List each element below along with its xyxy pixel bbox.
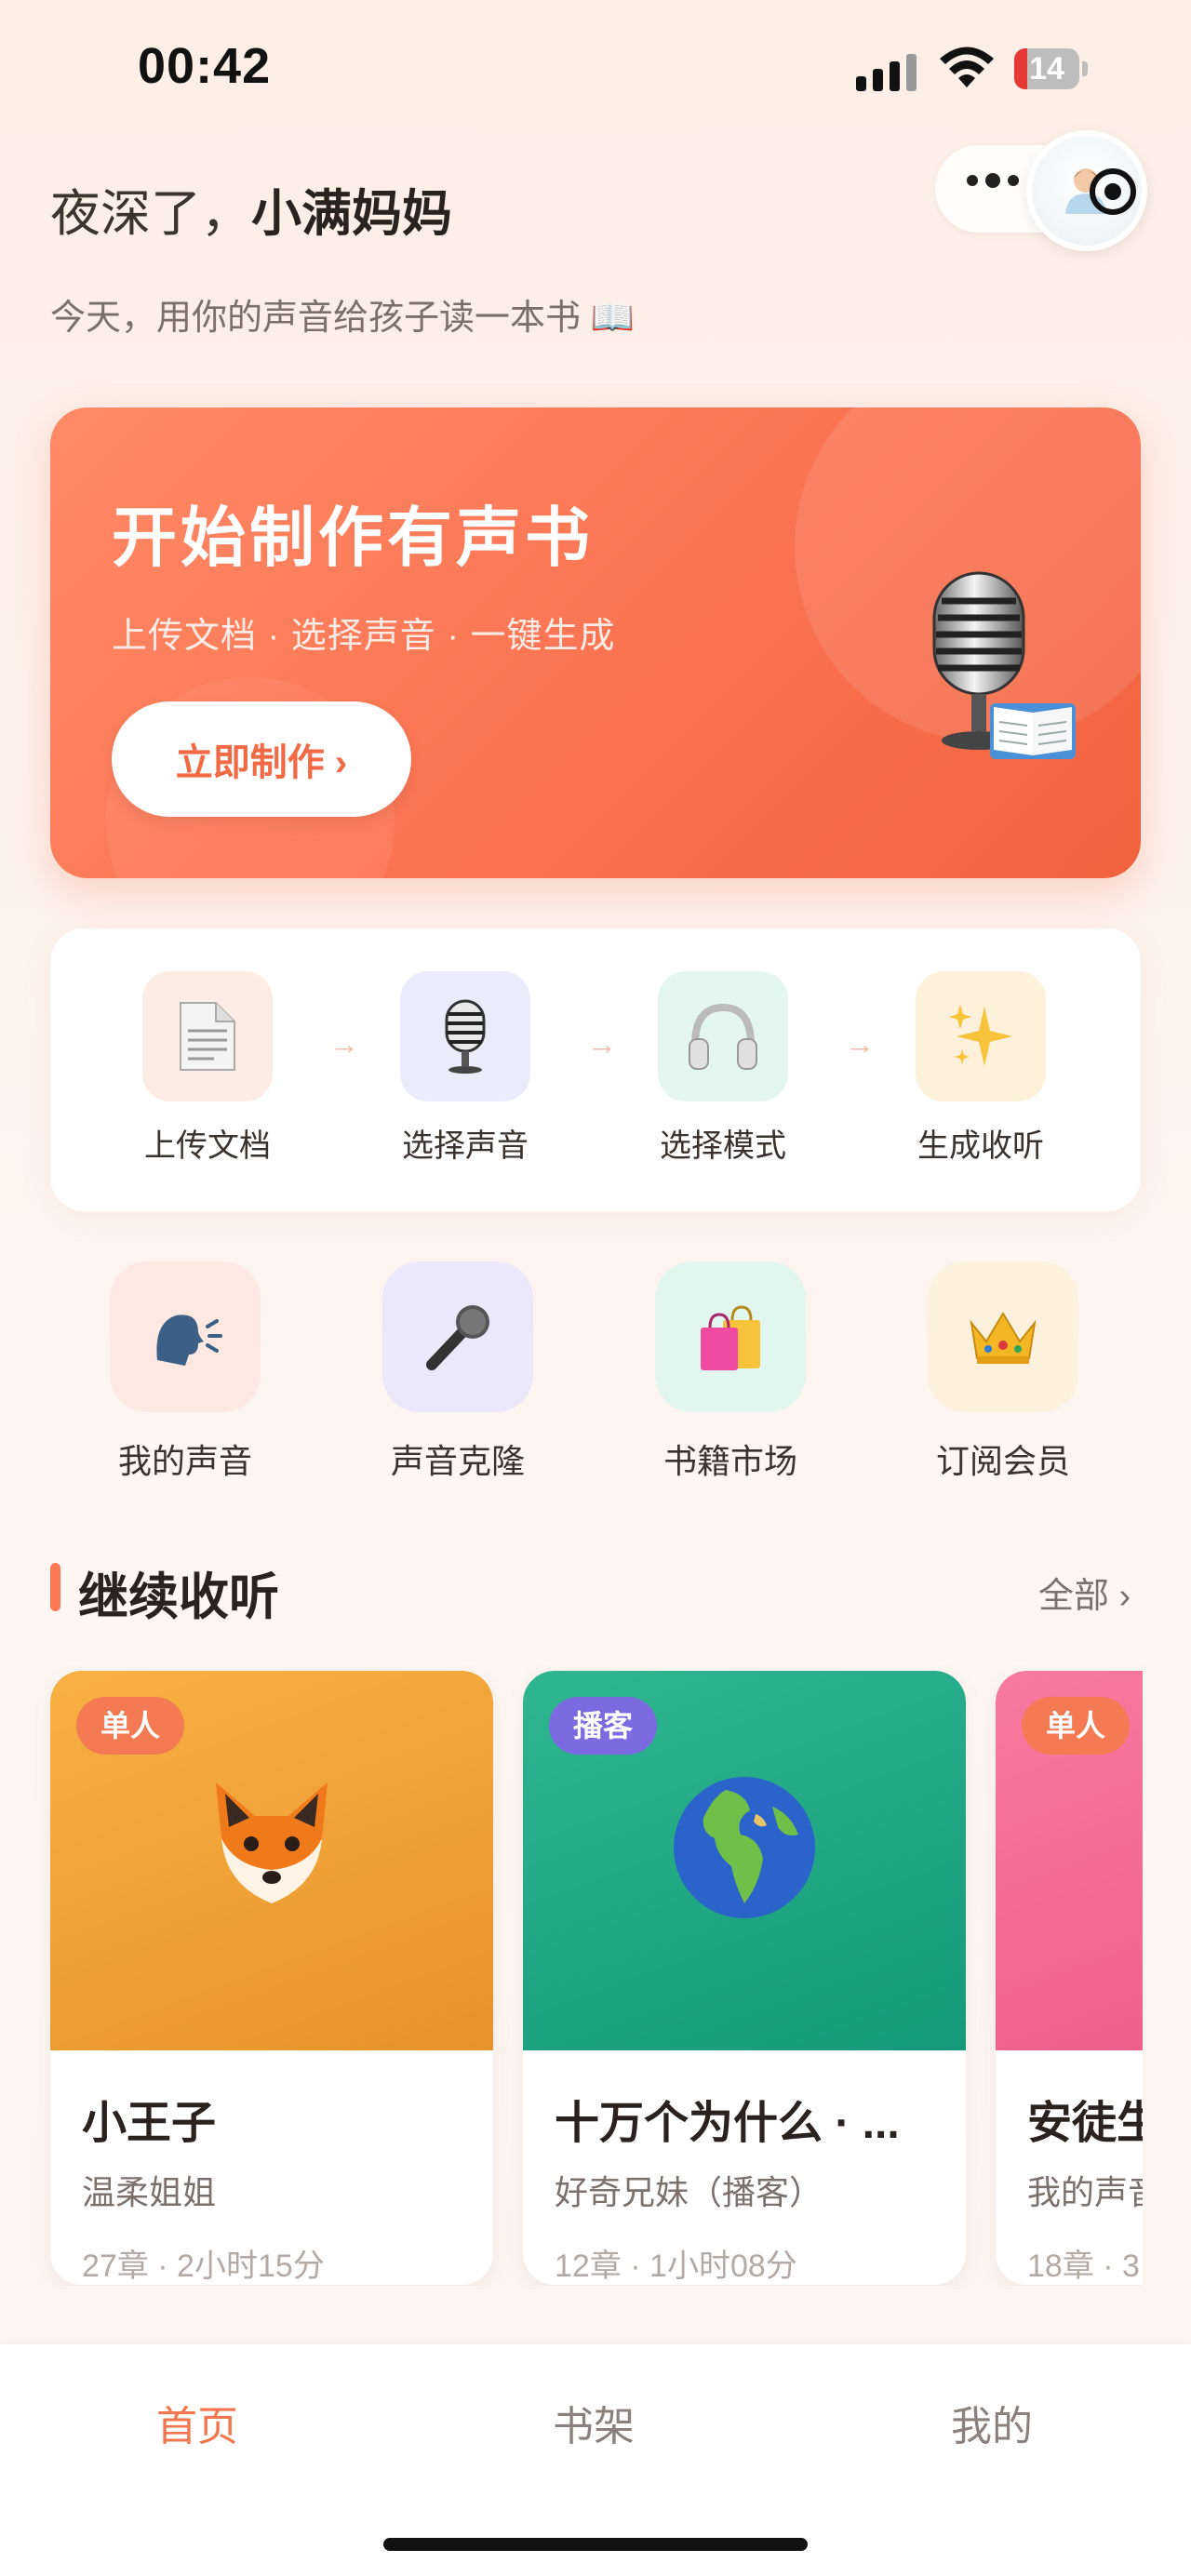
speaking-head-icon <box>156 1315 222 1366</box>
entry-my-voice[interactable]: 我的声音 <box>92 1261 278 1483</box>
sparkles-icon <box>949 1005 1012 1066</box>
entry-label: 我的声音 <box>117 1442 252 1480</box>
step-arrow-icon: → <box>329 1027 359 1061</box>
step-label: 选择模式 <box>660 1128 786 1164</box>
tab-bookshelf[interactable]: 书架 <box>501 2393 687 2452</box>
book-title: 安徒生 <box>1027 2099 1143 2148</box>
microphone-icon <box>426 1305 489 1370</box>
book-card[interactable]: 单人 小王子 温柔姐姐 27章 · 2小时15分 <box>50 1671 493 2285</box>
book-meta: 12章 · 1小时08分 <box>555 2249 797 2284</box>
banner-subtitle: 上传文档 · 选择声音 · 一键生成 <box>112 617 616 656</box>
book-narrator: 我的声音 <box>1027 2173 1143 2211</box>
create-audiobook-banner[interactable]: 开始制作有声书 上传文档 · 选择声音 · 一键生成 立即制作 › <box>50 407 1141 878</box>
globe-icon <box>523 1773 966 1927</box>
entry-label: 书籍市场 <box>662 1442 797 1480</box>
wifi-icon <box>940 47 994 87</box>
step-label: 上传文档 <box>144 1128 271 1164</box>
step-choose-mode[interactable]: 选择模式 <box>630 971 816 1166</box>
fox-icon <box>50 1773 493 1917</box>
step-label: 选择声音 <box>402 1128 529 1164</box>
book-meta: 27章 · 2小时15分 <box>82 2249 325 2284</box>
book-narrator: 温柔姐姐 <box>82 2173 217 2211</box>
creation-steps-card: 上传文档 → 选择声音 → 选择模式 → 生成收听 <box>50 928 1141 1211</box>
section-title: 继续收听 <box>78 1569 279 1625</box>
greeting: 夜深了，小满妈妈 <box>50 172 452 246</box>
document-icon <box>180 1002 235 1071</box>
microphone-icon <box>445 999 486 1074</box>
entry-label: 声音克隆 <box>390 1442 525 1480</box>
continue-listening-carousel[interactable]: 单人 小王子 温柔姐姐 27章 · 2小时15分 播客 十万个为什么 · ...… <box>0 1665 1143 2286</box>
cellular-signal-icon <box>856 48 917 91</box>
tab-home[interactable]: 首页 <box>104 2393 290 2452</box>
step-upload-document[interactable]: 上传文档 <box>114 971 301 1166</box>
entry-voice-clone[interactable]: 声音克隆 <box>365 1261 551 1483</box>
book-narrator: 好奇兄妹（播客） <box>555 2173 823 2211</box>
step-generate-listen[interactable]: 生成收听 <box>888 971 1074 1166</box>
home-indicator <box>383 2538 808 2551</box>
step-choose-voice[interactable]: 选择声音 <box>372 971 558 1166</box>
battery-icon: 14 <box>1014 48 1089 89</box>
step-label: 生成收听 <box>917 1128 1044 1164</box>
battery-level: 14 <box>1029 51 1064 87</box>
book-tag: 播客 <box>549 1697 658 1755</box>
greeting-prefix: 夜深了， <box>50 186 251 242</box>
book-meta: 18章 · 3 <box>1027 2249 1140 2284</box>
book-card[interactable]: 播客 十万个为什么 · ... 好奇兄妹（播客） 12章 · 1小时08分 <box>523 1671 966 2285</box>
step-arrow-icon: → <box>845 1027 875 1061</box>
step-arrow-icon: → <box>587 1027 617 1061</box>
entry-book-market[interactable]: 书籍市场 <box>637 1261 823 1483</box>
section-accent-bar <box>50 1563 60 1611</box>
book-tag: 单人 <box>76 1697 185 1755</box>
book-tag: 单人 <box>1022 1697 1131 1755</box>
book-card[interactable]: 单人 安徒生 我的声音 18章 · 3 <box>996 1671 1143 2285</box>
status-time: 00:42 <box>138 38 272 94</box>
shopping-bags-icon <box>701 1305 760 1370</box>
greeting-subtitle: 今天，用你的声音给孩子读一本书 📖 <box>50 299 635 338</box>
view-all-link[interactable]: 全部 › <box>1038 1567 1131 1618</box>
entry-label: 订阅会员 <box>935 1442 1070 1480</box>
studio-microphone-icon <box>932 571 1076 759</box>
more-icon[interactable] <box>967 173 1019 188</box>
headphones-icon <box>689 1003 757 1070</box>
book-title: 小王子 <box>82 2099 217 2148</box>
crown-icon <box>970 1312 1037 1364</box>
banner-title: 开始制作有声书 <box>112 501 594 574</box>
start-creating-button[interactable]: 立即制作 › <box>112 701 411 817</box>
book-title: 十万个为什么 · ... <box>555 2099 900 2148</box>
tab-mine[interactable]: 我的 <box>899 2393 1085 2452</box>
entry-subscription[interactable]: 订阅会员 <box>910 1261 1096 1483</box>
user-name: 小满妈妈 <box>251 186 452 242</box>
close-mini-program-icon[interactable] <box>1087 166 1139 218</box>
